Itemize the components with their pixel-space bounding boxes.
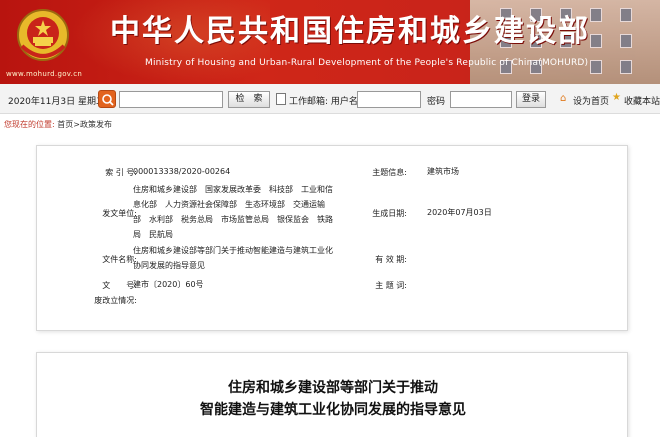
article-title-line-2: 智能建造与建筑工业化协同发展的指导意见 bbox=[200, 402, 466, 418]
home-icon: ⌂ bbox=[560, 93, 567, 104]
search-icon[interactable] bbox=[98, 90, 116, 108]
add-favorite-link[interactable]: 收藏本站 bbox=[624, 94, 660, 107]
mail-icon bbox=[276, 93, 286, 105]
issuer-line: 息化部 人力资源社会保障部 生态环境部 交通运输 bbox=[133, 200, 325, 209]
star-icon: ★ bbox=[612, 92, 621, 103]
username-label: 工作邮箱: 用户名 bbox=[289, 97, 358, 107]
topic-label: 主题信息: bbox=[372, 168, 407, 177]
site-banner: www.mohurd.gov.cn 中华人民共和国住房和城乡建设部 Minist… bbox=[0, 0, 660, 84]
index-label: 索 引 号: bbox=[105, 168, 137, 177]
site-subtitle: Ministry of Housing and Urban-Rural Deve… bbox=[145, 58, 589, 68]
article-card: 住房和城乡建设部等部门关于推动 智能建造与建筑工业化协同发展的指导意见 bbox=[36, 352, 628, 437]
national-emblem-icon bbox=[17, 9, 69, 61]
username-input[interactable] bbox=[357, 91, 421, 108]
date-value: 2020年07月03日 bbox=[427, 208, 492, 217]
issuer-label: 发文单位: bbox=[102, 209, 137, 218]
site-url: www.mohurd.gov.cn bbox=[6, 70, 83, 78]
doc-name-label: 文件名称: bbox=[102, 255, 137, 264]
current-date: 2020年11月3日 星期二 bbox=[8, 97, 105, 107]
password-input[interactable] bbox=[450, 91, 512, 108]
breadcrumb-label: 您现在的位置: bbox=[4, 120, 55, 129]
repeal-label: 废改立情况: bbox=[94, 296, 137, 305]
doc-name-value: 住房和城乡建设部等部门关于推动智能建造与建筑工业化 协同发展的指导意见 bbox=[133, 243, 343, 273]
doc-name-line: 住房和城乡建设部等部门关于推动智能建造与建筑工业化 bbox=[133, 246, 333, 255]
doc-number-label: 文 号: bbox=[102, 281, 137, 290]
topic-value: 建筑市场 bbox=[427, 167, 459, 176]
breadcrumb: 您现在的位置: 首页>政策发布 bbox=[4, 119, 112, 130]
validity-label: 有 效 期: bbox=[375, 255, 407, 264]
issuer-line: 部 水利部 税务总局 市场监管总局 银保监会 铁路 bbox=[133, 215, 333, 224]
doc-number-value: 建市〔2020〕60号 bbox=[133, 280, 204, 289]
doc-name-line: 协同发展的指导意见 bbox=[133, 261, 205, 270]
set-homepage-link[interactable]: 设为首页 bbox=[573, 94, 609, 107]
search-input[interactable] bbox=[119, 91, 223, 108]
article-title-line-1: 住房和城乡建设部等部门关于推动 bbox=[228, 380, 438, 396]
top-toolbar: 2020年11月3日 星期二 检 索 工作邮箱: 用户名 密码 登录 ⌂ 设为首… bbox=[0, 84, 660, 114]
keyword-label: 主 题 词: bbox=[375, 281, 407, 290]
search-button[interactable]: 检 索 bbox=[228, 91, 270, 108]
issuer-line: 住房和城乡建设部 国家发展改革委 科技部 工业和信 bbox=[133, 185, 333, 194]
date-label: 生成日期: bbox=[372, 209, 407, 218]
index-value: 000013338/2020-00264 bbox=[133, 167, 231, 176]
login-button[interactable]: 登录 bbox=[516, 91, 546, 108]
issuer-line: 局 民航局 bbox=[133, 230, 173, 239]
document-info-card: 索 引 号: 000013338/2020-00264 主题信息: 建筑市场 发… bbox=[36, 145, 628, 331]
issuer-value: 住房和城乡建设部 国家发展改革委 科技部 工业和信 息化部 人力资源社会保障部 … bbox=[133, 182, 343, 242]
site-title: 中华人民共和国住房和城乡建设部 bbox=[110, 14, 590, 49]
password-label: 密码 bbox=[427, 97, 446, 107]
breadcrumb-path[interactable]: 首页>政策发布 bbox=[57, 120, 112, 129]
